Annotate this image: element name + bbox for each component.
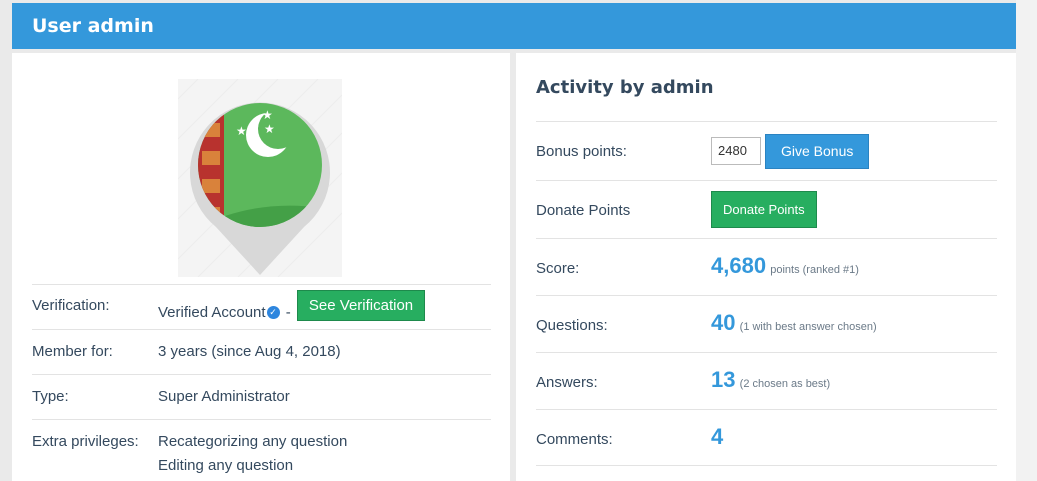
- score-row: Score: 4,680 points (ranked #1): [536, 238, 997, 295]
- type-label: Type:: [32, 388, 69, 405]
- svg-text:★: ★: [262, 108, 273, 122]
- activity-title: Activity by admin: [536, 77, 714, 98]
- member-for-value: 3 years (since Aug 4, 2018): [158, 343, 341, 360]
- donate-points-button[interactable]: Donate Points: [711, 191, 817, 228]
- verification-label: Verification:: [32, 297, 110, 314]
- see-verification-button[interactable]: See Verification: [296, 290, 426, 321]
- privilege-item: Recategorizing any question: [158, 433, 348, 450]
- user-profile-page: User admin ★ ★ ★ ★ ★ Verification: Verif…: [0, 0, 1037, 481]
- verified-account-text: Verified Account: [158, 304, 266, 321]
- verification-value: Verified Account ✓ - See Verification: [158, 290, 426, 321]
- type-row: Type: Super Administrator: [32, 374, 491, 419]
- page-title: User admin: [32, 15, 154, 37]
- score-value: 4,680: [711, 253, 767, 278]
- type-value: Super Administrator: [158, 388, 290, 405]
- give-bonus-button[interactable]: Give Bonus: [765, 134, 870, 169]
- answers-row: Answers: 13 (2 chosen as best): [536, 352, 997, 409]
- answers-value: 13: [711, 367, 736, 392]
- score-note: points (ranked #1): [770, 264, 859, 276]
- bonus-label: Bonus points:: [536, 143, 627, 160]
- svg-text:★: ★: [264, 122, 275, 136]
- questions-label: Questions:: [536, 317, 608, 334]
- verification-separator: -: [285, 304, 291, 321]
- answers-note: (2 chosen as best): [739, 378, 831, 390]
- questions-row: Questions: 40 (1 with best answer chosen…: [536, 295, 997, 352]
- bonus-points-input[interactable]: 2480: [711, 137, 761, 165]
- answers-value-group: 13 (2 chosen as best): [711, 367, 830, 393]
- comments-label: Comments:: [536, 431, 613, 448]
- page-scroll-gutter: [1016, 0, 1037, 481]
- extra-privileges-label: Extra privileges:: [32, 433, 139, 450]
- profile-panel: ★ ★ ★ ★ ★ Verification: Verified Account…: [12, 53, 510, 481]
- score-value-group: 4,680 points (ranked #1): [711, 253, 859, 279]
- page-header: User admin: [12, 3, 1016, 49]
- activity-panel: Activity by admin Bonus points: 2480 Giv…: [516, 53, 1016, 481]
- comments-value: 4: [711, 424, 724, 449]
- donate-row: Donate Points Donate Points: [536, 180, 997, 238]
- verified-check-icon: ✓: [266, 306, 280, 319]
- questions-value-group: 40 (1 with best answer chosen): [711, 310, 877, 336]
- svg-text:★: ★: [246, 130, 257, 144]
- svg-text:★: ★: [250, 116, 261, 130]
- user-avatar: ★ ★ ★ ★ ★: [178, 79, 342, 277]
- score-label: Score:: [536, 260, 580, 277]
- member-for-row: Member for: 3 years (since Aug 4, 2018): [32, 329, 491, 374]
- bonus-row: Bonus points: 2480 Give Bonus: [536, 121, 997, 180]
- donate-label: Donate Points: [536, 202, 631, 219]
- comments-row: Comments: 4: [536, 409, 997, 466]
- extra-privileges-row: Extra privileges: Recategorizing any que…: [32, 419, 491, 481]
- member-for-label: Member for:: [32, 343, 113, 360]
- answers-label: Answers:: [536, 374, 598, 391]
- questions-value: 40: [711, 310, 736, 335]
- verification-row: Verification: Verified Account ✓ - See Ve…: [32, 284, 491, 329]
- questions-note: (1 with best answer chosen): [739, 321, 877, 333]
- privilege-item: Editing any question: [158, 457, 294, 474]
